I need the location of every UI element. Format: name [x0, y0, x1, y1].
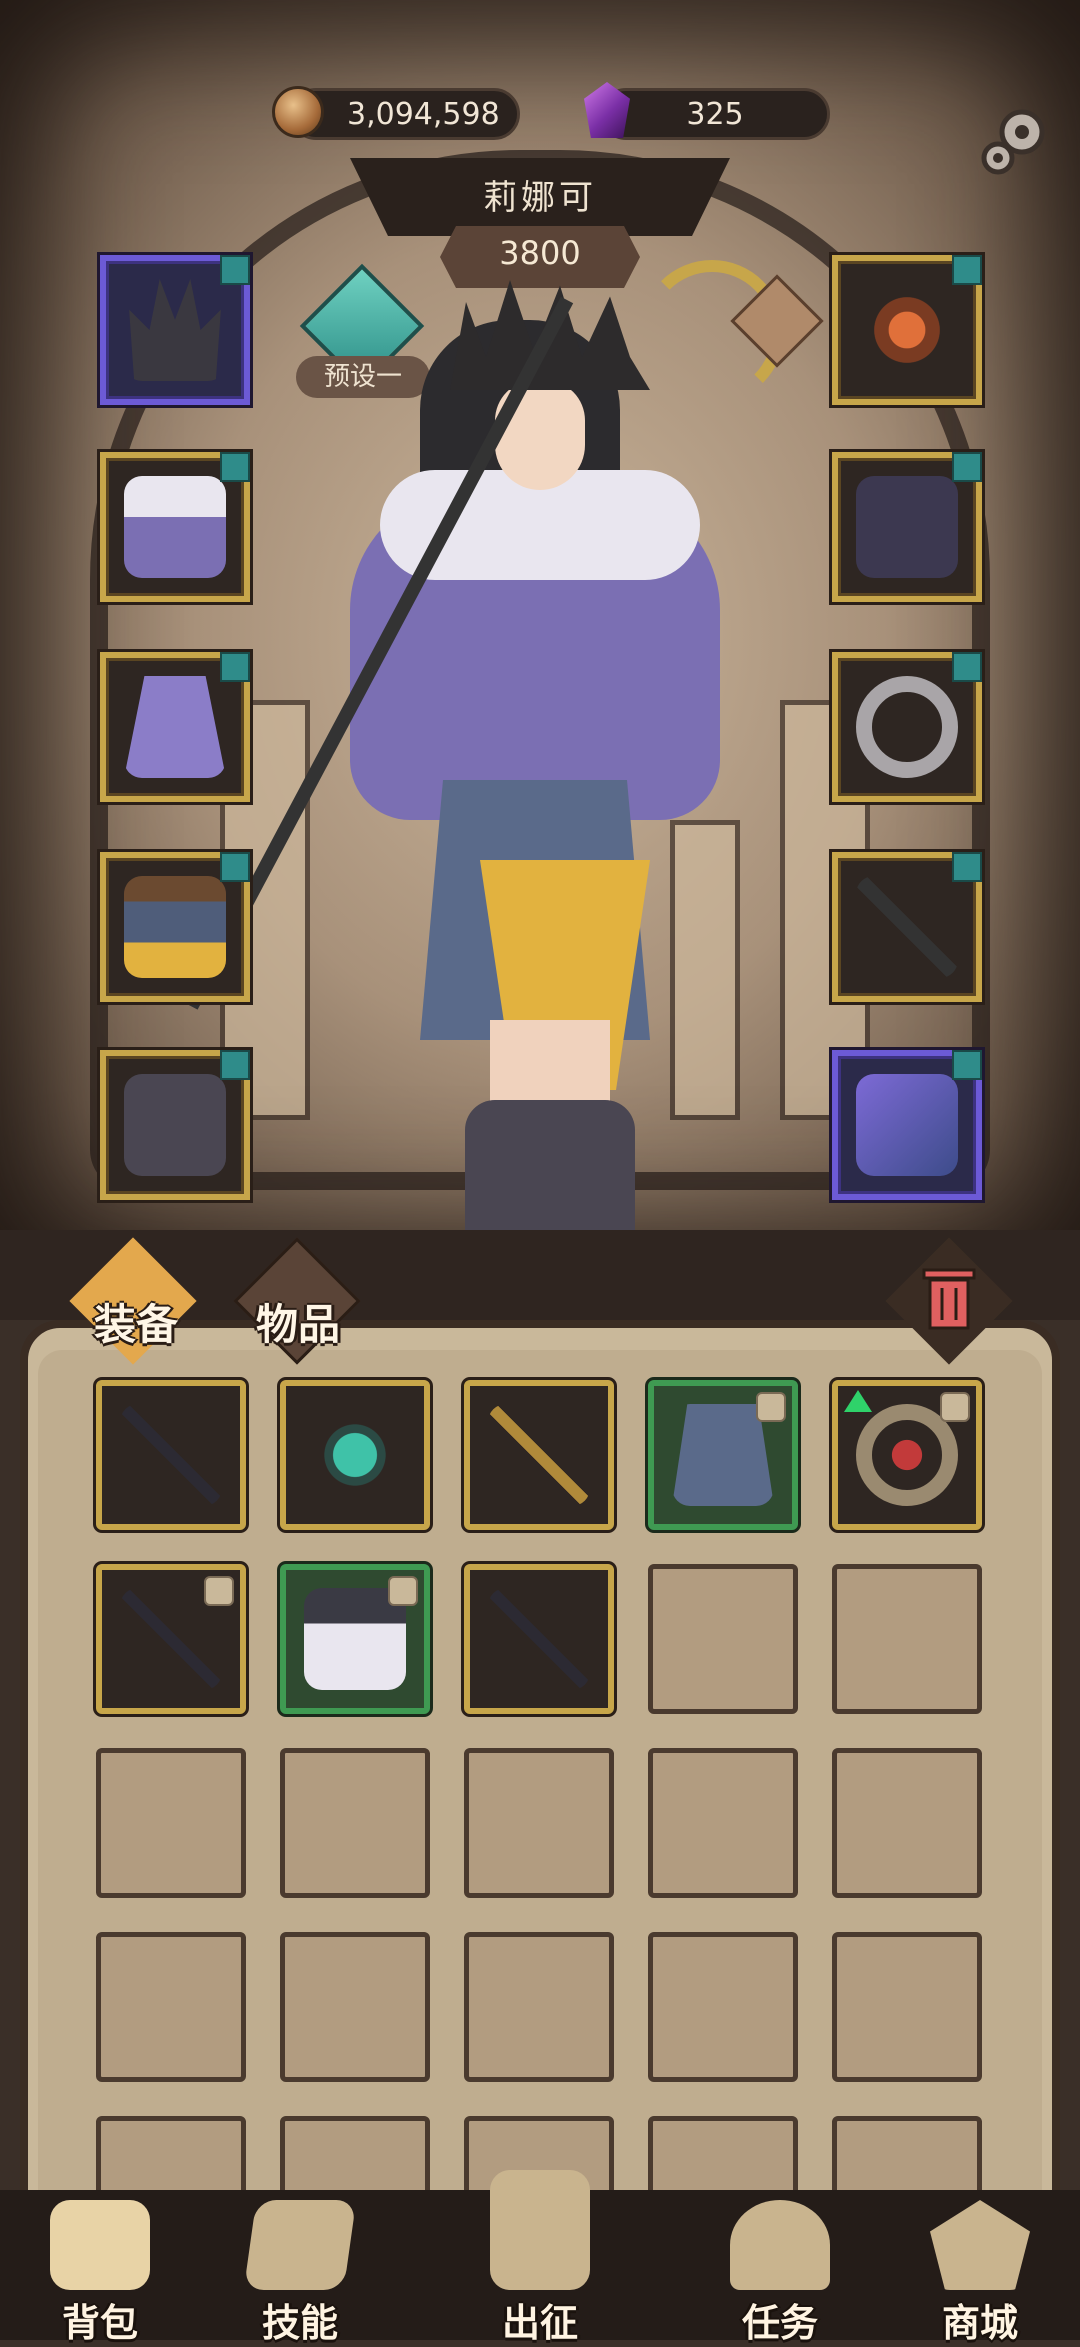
inventory-slot-empty[interactable]	[464, 1932, 614, 2082]
character-portrait	[185, 260, 784, 1270]
equip-slot-weapon[interactable]	[832, 852, 982, 1002]
inventory-slot-7[interactable]	[280, 1564, 430, 1714]
belt-skirt-icon	[124, 876, 226, 978]
inventory-slot-3[interactable]	[464, 1380, 614, 1530]
inventory-slot-empty[interactable]	[832, 1932, 982, 2082]
inventory-slot-2[interactable]	[280, 1380, 430, 1530]
equipped-tag	[220, 652, 250, 682]
inventory-slot-6[interactable]	[96, 1564, 246, 1714]
gem-counter: 325	[600, 88, 830, 140]
equipped-tag	[220, 452, 250, 482]
inventory-slot-empty[interactable]	[96, 1748, 246, 1898]
inventory-slot-empty[interactable]	[96, 1932, 246, 2082]
gem-amount: 325	[686, 96, 744, 132]
scythe-staff-icon	[856, 876, 958, 978]
tab-items[interactable]: 物品	[218, 1250, 378, 1370]
equip-slot-helm[interactable]	[100, 255, 250, 405]
inventory-slot-empty[interactable]	[280, 1932, 430, 2082]
nav-bag[interactable]: 背包	[10, 2190, 190, 2345]
nav-shop[interactable]: 商城	[890, 2190, 1070, 2345]
backpack-icon	[50, 2200, 150, 2290]
orb-pendant-icon	[304, 1404, 406, 1506]
crown-helm-icon	[129, 279, 221, 381]
shop-crown-icon	[930, 2200, 1030, 2290]
inventory-slot-empty[interactable]	[832, 1564, 982, 1714]
nav-skills[interactable]: 技能	[210, 2190, 390, 2345]
golden-staff-icon	[488, 1404, 590, 1506]
equipped-tag	[952, 452, 982, 482]
inventory-slot-empty[interactable]	[648, 1932, 798, 2082]
equip-slot-boots[interactable]	[100, 1050, 250, 1200]
equipped-tag	[220, 1050, 250, 1080]
amulet-icon	[856, 279, 958, 381]
boots-icon	[124, 1074, 226, 1176]
nav-skills-label: 技能	[261, 2301, 338, 2345]
inventory-slot-empty[interactable]	[648, 1564, 798, 1714]
inventory-slot-8[interactable]	[464, 1564, 614, 1714]
claw-gauntlet-icon	[856, 476, 958, 578]
character-name: 莉娜可	[483, 178, 597, 218]
inventory-slot-empty[interactable]	[648, 1748, 798, 1898]
gear-icon[interactable]	[974, 98, 1058, 182]
ring-icon	[856, 676, 958, 778]
expedition-map-icon	[490, 2170, 590, 2290]
inventory-slot-4[interactable]	[648, 1380, 798, 1530]
butterfly-cloak-icon	[124, 676, 226, 778]
equipped-tag	[952, 255, 982, 285]
inventory-slot-5[interactable]	[832, 1380, 982, 1530]
coin-counter: 3,094,598	[290, 88, 520, 140]
inventory-slot-empty[interactable]	[280, 1748, 430, 1898]
coin-icon	[272, 86, 324, 138]
lock-icon	[940, 1392, 970, 1422]
nav-expedition-label: 出征	[501, 2301, 578, 2345]
equipped-tag	[952, 652, 982, 682]
equip-slot-cloak[interactable]	[100, 652, 250, 802]
nav-quests-label: 任务	[741, 2301, 818, 2345]
nav-shop-label: 商城	[941, 2301, 1018, 2345]
violet-staff-icon	[488, 1588, 590, 1690]
equipped-tag	[952, 1050, 982, 1080]
inventory-slot-empty[interactable]	[464, 1748, 614, 1898]
upgrade-arrow-icon	[844, 1390, 872, 1412]
equip-slot-belt[interactable]	[100, 852, 250, 1002]
fur-coat-icon	[124, 476, 226, 578]
equip-slot-armor[interactable]	[100, 452, 250, 602]
equip-slot-gloves[interactable]	[832, 452, 982, 602]
lock-icon	[756, 1392, 786, 1422]
equipped-tag	[220, 852, 250, 882]
inventory-slot-empty[interactable]	[832, 1748, 982, 1898]
nav-quests[interactable]: 任务	[690, 2190, 870, 2345]
equipped-tag	[220, 255, 250, 285]
nav-bag-label: 背包	[61, 2301, 138, 2345]
coin-amount: 3,094,598	[347, 96, 500, 132]
nav-expedition[interactable]: 出征	[450, 2170, 630, 2345]
skill-book-icon	[243, 2200, 357, 2290]
tab-equipment[interactable]: 装备	[56, 1250, 216, 1370]
equip-slot-amulet[interactable]	[832, 255, 982, 405]
trash-icon[interactable]	[918, 1262, 980, 1332]
equip-slot-offhand[interactable]	[832, 1050, 982, 1200]
inventory-slot-1[interactable]	[96, 1380, 246, 1530]
spellbook-icon	[856, 1074, 958, 1176]
dark-staff-icon	[120, 1404, 222, 1506]
equip-slot-ring[interactable]	[832, 652, 982, 802]
quest-horn-icon	[730, 2200, 830, 2290]
equipped-tag	[952, 852, 982, 882]
lock-icon	[388, 1576, 418, 1606]
lock-icon	[204, 1576, 234, 1606]
